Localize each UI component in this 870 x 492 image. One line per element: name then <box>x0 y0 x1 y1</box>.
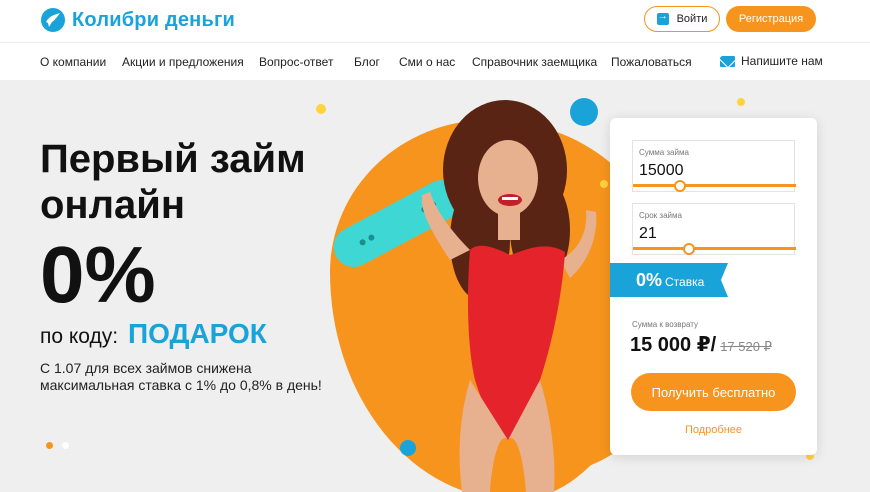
nav-item-media[interactable]: Сми о нас <box>399 55 455 69</box>
contact-label: Напишите нам <box>741 54 823 68</box>
login-icon <box>656 11 669 25</box>
hummingbird-logo-icon <box>41 8 65 32</box>
login-button[interactable]: Войти <box>644 6 720 32</box>
nav-item-borrower-guide[interactable]: Справочник заемщика <box>472 55 597 69</box>
rate-label: Ставка <box>665 274 705 289</box>
rate-value: 0% <box>636 269 663 290</box>
loan-calculator: Сумма займа 15000 Срок займа 21 0% Ставк… <box>610 118 817 455</box>
register-button[interactable]: Регистрация <box>726 6 816 32</box>
headline-line-2: онлайн <box>40 183 185 227</box>
term-value[interactable]: 21 <box>639 225 657 243</box>
nav-item-about[interactable]: О компании <box>40 55 106 69</box>
decor-dot <box>737 98 745 106</box>
amount-slider-thumb[interactable] <box>674 180 686 192</box>
decor-dot <box>316 104 326 114</box>
term-field[interactable]: Срок займа 21 <box>632 203 796 255</box>
slider-dot-active[interactable] <box>46 442 53 449</box>
amount-field[interactable]: Сумма займа 15000 <box>632 140 796 192</box>
promo-code: ПОДАРОК <box>127 318 267 349</box>
return-old-value: 17 520 ₽ <box>720 339 772 354</box>
headline-line-1: Первый займ <box>40 137 306 181</box>
term-slider-track[interactable] <box>633 247 796 250</box>
nav-item-complain[interactable]: Пожаловаться <box>611 55 692 69</box>
term-slider-thumb[interactable] <box>683 243 695 255</box>
amount-value[interactable]: 15000 <box>639 162 684 180</box>
rate-badge: 0% Ставка <box>610 263 728 297</box>
hero-banner: Первый займ онлайн 0% по коду: ПОДАРОК С… <box>0 80 870 492</box>
amount-slider-track[interactable] <box>633 184 796 187</box>
promo-prefix: по коду: <box>40 325 119 348</box>
logo[interactable]: Колибри деньги <box>40 7 235 33</box>
amount-label: Сумма займа <box>639 148 689 157</box>
mail-icon <box>720 55 735 67</box>
more-link[interactable]: Подробнее <box>610 424 817 436</box>
nav-item-faq[interactable]: Вопрос-ответ <box>259 55 333 69</box>
slider-dot[interactable] <box>62 442 69 449</box>
hero-percent: 0% <box>40 230 156 319</box>
login-label: Войти <box>676 13 708 25</box>
brand-name: Колибри деньги <box>72 8 235 31</box>
site-header: Колибри деньги Войти Регистрация <box>0 0 870 42</box>
main-nav: О компании Акции и предложения Вопрос-от… <box>0 42 870 80</box>
contact-link[interactable]: Напишите нам <box>720 54 823 68</box>
return-label: Сумма к возврату <box>632 320 698 329</box>
term-label: Срок займа <box>639 211 682 220</box>
return-value: 15 000 ₽/ <box>630 334 717 356</box>
nav-item-blog[interactable]: Блог <box>354 55 380 69</box>
hero-headline: Первый займ онлайн <box>40 136 306 228</box>
rate-note: С 1.07 для всех займов снижена максималь… <box>40 360 322 393</box>
nav-item-promotions[interactable]: Акции и предложения <box>122 55 244 69</box>
return-amount: 15 000 ₽/17 520 ₽ <box>630 332 772 357</box>
woman-with-skateboard-image <box>333 100 597 492</box>
get-loan-button[interactable]: Получить бесплатно <box>631 373 796 411</box>
promo-line: по коду: ПОДАРОК <box>40 318 267 350</box>
